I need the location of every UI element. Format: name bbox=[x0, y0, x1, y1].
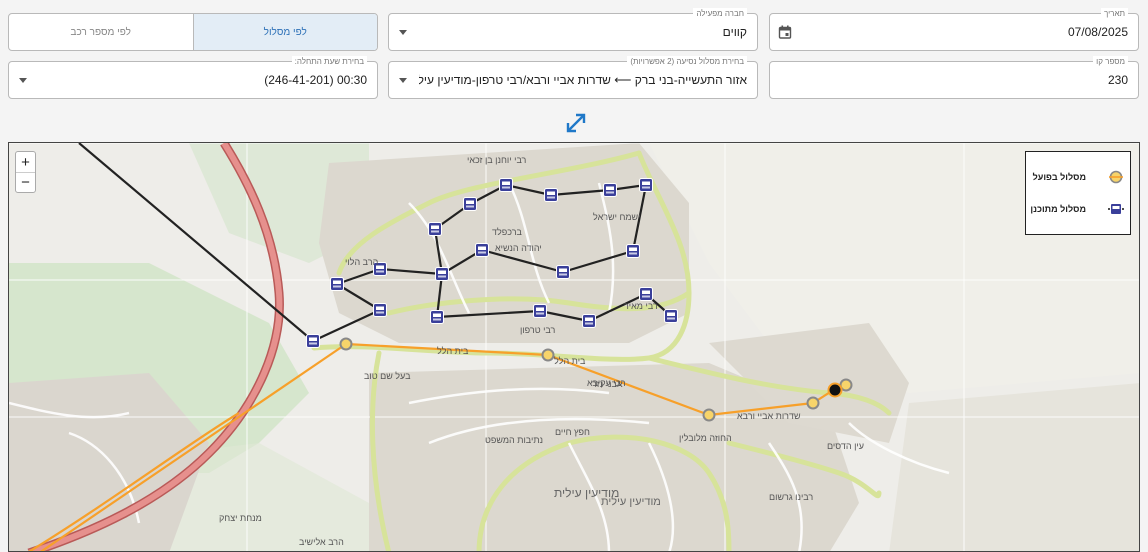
map-label: רבי מאיר bbox=[624, 301, 658, 311]
bus-stop-icon bbox=[1108, 203, 1124, 215]
expand-icon[interactable] bbox=[565, 112, 587, 134]
date-value: 07/08/2025 bbox=[1067, 25, 1128, 39]
map-label: רבי טרפון bbox=[520, 325, 556, 335]
map-label: מודיעין עילית bbox=[601, 496, 661, 508]
bus-stop-icon[interactable] bbox=[463, 197, 477, 211]
map-label: החוזה מלובלין bbox=[679, 433, 732, 443]
bus-stop-icon[interactable] bbox=[664, 309, 678, 323]
zoom-out-button[interactable]: − bbox=[16, 172, 35, 192]
map-label: חפץ חיים bbox=[555, 427, 590, 437]
map-label: הרב הלוי bbox=[345, 257, 379, 267]
map-label: רבינו גרשום bbox=[769, 492, 814, 502]
bus-stop-icon[interactable] bbox=[626, 244, 640, 258]
bus-stop-icon[interactable] bbox=[603, 183, 617, 197]
actual-route-icon bbox=[1109, 170, 1123, 184]
map-label: שדרות אביי ורבא bbox=[737, 411, 801, 421]
zoom-in-button[interactable]: + bbox=[16, 152, 35, 172]
map-legend: מסלול בפועל מסלול מתוכנן bbox=[1025, 151, 1131, 235]
map-label: בעל שם טוב bbox=[364, 371, 411, 381]
operator-value: קווים bbox=[722, 25, 747, 39]
bus-stop-icon[interactable] bbox=[639, 287, 653, 301]
bus-stop-icon[interactable] bbox=[582, 314, 596, 328]
map-label: ברכפלד bbox=[492, 227, 522, 237]
bus-stop-icon[interactable] bbox=[475, 243, 489, 257]
zoom-control: + − bbox=[15, 151, 36, 193]
bus-stop-icon[interactable] bbox=[428, 222, 442, 236]
bus-stop-icon[interactable] bbox=[430, 310, 444, 324]
operator-select[interactable]: חברה מפעילה קווים bbox=[388, 8, 758, 51]
chevron-down-icon[interactable] bbox=[399, 30, 407, 35]
calendar-icon[interactable] bbox=[778, 25, 792, 39]
bus-stop-icon[interactable] bbox=[306, 334, 320, 348]
bus-stop-icon[interactable] bbox=[330, 277, 344, 291]
search-mode-toggle[interactable]: לפי מספר רכב לפי מסלול bbox=[8, 13, 378, 51]
map-label: מנחת יצחק bbox=[219, 513, 262, 523]
route-value: אזור התעשייה-בני ברק ⟵ שדרות אביי ורבא/ר… bbox=[419, 73, 747, 87]
line-number-value: 230 bbox=[1107, 73, 1128, 87]
start-time-select[interactable]: בחירת שעת התחלה: 00:30 (246-41-201) bbox=[8, 56, 378, 99]
date-field[interactable]: תאריך 07/08/2025 bbox=[769, 8, 1139, 51]
map-label: רבי יוחנן בן זכאי bbox=[467, 155, 527, 165]
route-select[interactable]: בחירת מסלול נסיעה (2 אפשרויות) אזור התעש… bbox=[388, 56, 758, 99]
chevron-down-icon[interactable] bbox=[19, 78, 27, 83]
map-label: ישמח ישראל bbox=[593, 212, 641, 222]
route-map[interactable]: ברכפלד מודיעין עילית מודיעין עילית בית ה… bbox=[8, 142, 1140, 552]
toggle-by-route[interactable]: לפי מסלול bbox=[192, 14, 377, 50]
map-label: עין הדסים bbox=[827, 441, 865, 451]
toggle-by-vehicle[interactable]: לפי מספר רכב bbox=[9, 14, 193, 50]
line-number-field[interactable]: מספר קו 230 bbox=[769, 56, 1139, 99]
bus-stop-icon[interactable] bbox=[556, 265, 570, 279]
chevron-down-icon[interactable] bbox=[399, 78, 407, 83]
legend-planned-label: מסלול מתוכנן bbox=[1030, 204, 1086, 214]
map-label: רבי עקיבא bbox=[587, 378, 626, 388]
bus-stop-icon[interactable] bbox=[544, 188, 558, 202]
bus-stop-icon[interactable] bbox=[373, 303, 387, 317]
start-time-value: 00:30 (246-41-201) bbox=[264, 73, 367, 87]
map-label: בית הלל bbox=[554, 356, 586, 366]
map-label: נתיבות המשפט bbox=[485, 435, 544, 445]
bus-stop-icon[interactable] bbox=[435, 267, 449, 281]
map-label: בית הלל bbox=[437, 346, 469, 356]
map-label: הרב אלישיב bbox=[299, 537, 344, 547]
bus-stop-icon[interactable] bbox=[533, 304, 547, 318]
legend-actual-label: מסלול בפועל bbox=[1032, 172, 1086, 182]
bus-stop-icon[interactable] bbox=[639, 178, 653, 192]
map-label: יהודה הנשיא bbox=[495, 243, 542, 253]
bus-stop-icon[interactable] bbox=[499, 178, 513, 192]
